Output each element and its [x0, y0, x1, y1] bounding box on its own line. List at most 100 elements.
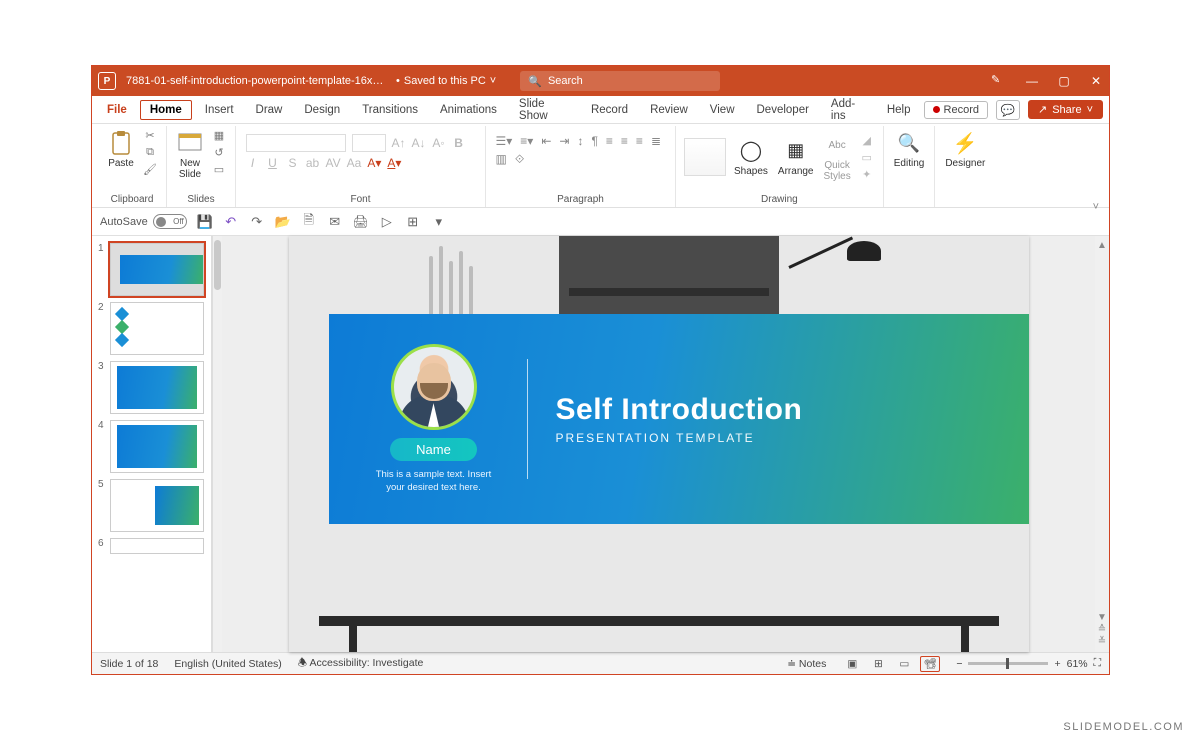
bullets-button[interactable]: ☰▾ — [496, 134, 513, 148]
clear-format-button[interactable]: A◦ — [432, 136, 446, 150]
toggle-switch[interactable]: Off — [153, 214, 187, 229]
thumbnail-4[interactable]: 4 — [94, 417, 209, 476]
new-file-button[interactable]: 🗎 — [301, 214, 317, 230]
line-spacing-button[interactable]: ↕ — [577, 134, 583, 148]
indent-increase-button[interactable]: ⇥ — [559, 134, 569, 148]
thumbnails-scrollbar[interactable] — [212, 236, 222, 652]
thumbnail-1[interactable]: 1 — [94, 240, 209, 299]
reading-view-button[interactable]: ▭ — [894, 656, 914, 672]
record-button[interactable]: Record — [924, 101, 988, 119]
tab-addins[interactable]: Add-ins — [822, 94, 874, 126]
tab-draw[interactable]: Draw — [247, 100, 292, 120]
thumbnail-3[interactable]: 3 — [94, 358, 209, 417]
qat-customize-button[interactable]: ▾ — [431, 214, 447, 230]
zoom-level[interactable]: 61% — [1067, 658, 1088, 670]
tab-insert[interactable]: Insert — [196, 100, 243, 120]
highlight-button[interactable]: A▾ — [367, 156, 381, 170]
slide-canvas[interactable]: Name This is a sample text. Insert your … — [289, 236, 1029, 652]
zoom-out-button[interactable]: − — [956, 658, 962, 670]
strike-button[interactable]: S — [286, 156, 300, 170]
new-slide-button[interactable]: New Slide — [175, 128, 205, 182]
maximize-button[interactable]: ▢ — [1057, 74, 1071, 88]
tab-review[interactable]: Review — [641, 100, 697, 120]
numbering-button[interactable]: ≡▾ — [520, 134, 533, 148]
fit-to-window-button[interactable]: ⛶ — [1094, 657, 1101, 670]
tab-animations[interactable]: Animations — [431, 100, 506, 120]
thumbnail-2[interactable]: 2 — [94, 299, 209, 358]
arrange-button[interactable]: ▦Arrange — [776, 136, 816, 179]
char-spacing-button[interactable]: AV — [326, 156, 341, 170]
tab-view[interactable]: View — [701, 100, 744, 120]
change-case-button[interactable]: Aa — [347, 156, 362, 170]
save-status[interactable]: • Saved to this PC ˅ — [396, 75, 496, 87]
slide-position[interactable]: Slide 1 of 18 — [100, 658, 158, 670]
shapes-gallery[interactable] — [684, 138, 726, 176]
tab-help[interactable]: Help — [878, 100, 920, 120]
thumbnail-5[interactable]: 5 — [94, 476, 209, 535]
paste-button[interactable]: Paste — [106, 128, 136, 171]
prev-slide-icon[interactable]: ≙ — [1098, 624, 1106, 636]
sorter-view-button[interactable]: ⊞ — [868, 656, 888, 672]
align-right-button[interactable]: ≡ — [636, 134, 643, 148]
text-direction-button[interactable]: ¶ — [591, 134, 597, 148]
designer-button[interactable]: ⚡Designer — [943, 128, 987, 171]
font-size-dropdown[interactable] — [352, 134, 386, 152]
shape-effects-button[interactable]: ✦ — [859, 167, 875, 181]
comments-button[interactable]: 💬 — [996, 100, 1020, 120]
convert-smartart-button[interactable]: ⟐ — [515, 152, 524, 167]
next-slide-icon[interactable]: ≚ — [1098, 636, 1106, 648]
columns-button[interactable]: ▥ — [496, 152, 507, 167]
justify-button[interactable]: ≣ — [651, 134, 661, 148]
align-left-button[interactable]: ≡ — [606, 134, 613, 148]
indent-decrease-button[interactable]: ⇤ — [541, 134, 551, 148]
save-button[interactable]: 💾 — [197, 214, 213, 230]
from-beginning-button[interactable]: ▷ — [379, 214, 395, 230]
normal-view-button[interactable]: ▣ — [842, 656, 862, 672]
shapes-button[interactable]: ◯Shapes — [732, 136, 770, 179]
tab-design[interactable]: Design — [295, 100, 349, 120]
tab-slideshow[interactable]: Slide Show — [510, 94, 578, 126]
canvas-scrollbar[interactable]: ▲ ▼ ≙ ≚ — [1095, 236, 1109, 652]
share-button[interactable]: ↗Share˅ — [1028, 100, 1103, 119]
language-status[interactable]: English (United States) — [174, 658, 281, 670]
reset-button[interactable]: ↺ — [211, 145, 227, 159]
shape-fill-button[interactable]: ◢ — [859, 133, 875, 147]
quick-print-button[interactable]: 🖨 — [353, 214, 369, 230]
cut-button[interactable]: ✂ — [142, 128, 158, 142]
touch-mode-button[interactable]: ⊞ — [405, 214, 421, 230]
decrease-font-button[interactable]: A↓ — [412, 136, 426, 150]
section-button[interactable]: ▭ — [211, 162, 227, 176]
collapse-ribbon-button[interactable]: ˅ — [1093, 201, 1099, 213]
font-family-dropdown[interactable] — [246, 134, 346, 152]
email-button[interactable]: ✉ — [327, 214, 343, 230]
scroll-down-icon[interactable]: ▼ — [1097, 612, 1107, 624]
tab-transitions[interactable]: Transitions — [353, 100, 427, 120]
tab-record[interactable]: Record — [582, 100, 637, 120]
tab-home[interactable]: Home — [140, 100, 192, 120]
increase-font-button[interactable]: A↑ — [392, 136, 406, 150]
notes-button[interactable]: ≐ Notes — [787, 658, 826, 670]
search-box[interactable]: 🔍 Search — [520, 71, 720, 91]
scroll-up-icon[interactable]: ▲ — [1097, 240, 1107, 252]
tab-developer[interactable]: Developer — [748, 100, 818, 120]
shadow-button[interactable]: ab — [306, 156, 320, 170]
layout-button[interactable]: ▦ — [211, 128, 227, 142]
underline-button[interactable]: U — [266, 156, 280, 170]
zoom-in-button[interactable]: + — [1054, 658, 1060, 670]
zoom-slider[interactable] — [968, 662, 1048, 665]
minimize-button[interactable]: — — [1025, 74, 1039, 88]
format-painter-button[interactable]: 🖌 — [142, 162, 158, 176]
slideshow-view-button[interactable]: 📽 — [920, 656, 940, 672]
autosave-toggle[interactable]: AutoSave Off — [100, 214, 187, 229]
quick-styles-button[interactable]: AbcQuick Styles — [822, 130, 853, 184]
tab-file[interactable]: File — [98, 100, 136, 120]
align-center-button[interactable]: ≡ — [621, 134, 628, 148]
undo-button[interactable]: ↶ — [223, 214, 239, 230]
close-button[interactable]: ✕ — [1089, 74, 1103, 88]
open-button[interactable]: 📂 — [275, 214, 291, 230]
italic-button[interactable]: I — [246, 156, 260, 170]
font-color-button[interactable]: A▾ — [387, 156, 401, 170]
shape-outline-button[interactable]: ▭ — [859, 150, 875, 164]
pen-mode-icon[interactable]: ✎ — [991, 73, 1007, 89]
copy-button[interactable]: ⧉ — [142, 145, 158, 159]
